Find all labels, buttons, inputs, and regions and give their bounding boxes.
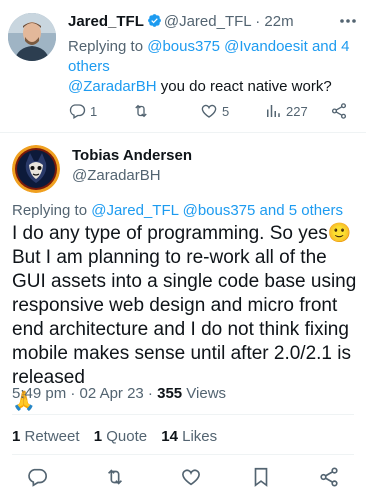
reply-action-bar: 1 5 227 (68, 102, 358, 122)
divider (0, 132, 366, 133)
divider (12, 454, 354, 455)
reply-author-name[interactable]: Jared_TFL (68, 13, 144, 30)
views-total: 355 (157, 385, 183, 402)
views-icon (267, 105, 280, 117)
reply-icon (28, 468, 47, 487)
replying-to-mentions[interactable]: @bous375 @Ivandoesit (147, 38, 308, 55)
replying-to-others-link[interactable]: 5 others (289, 202, 343, 219)
bookmark-icon (254, 467, 268, 487)
views-count: 227 (286, 103, 308, 119)
retweet-button[interactable] (132, 102, 154, 120)
replying-to-mentions[interactable]: @Jared_TFL @bous375 (91, 202, 255, 219)
reply-button[interactable]: 1 (68, 102, 97, 120)
reply-count: 1 (90, 103, 98, 119)
avatar-tobias[interactable] (12, 145, 60, 193)
tweet-timestamp[interactable]: 5:49 pm · 02 Apr 23 · 355 Views (12, 385, 226, 402)
main-replying-to: Replying to @Jared_TFL @bous375 and 5 ot… (12, 202, 343, 219)
likes-stat[interactable]: 14 Likes (161, 428, 227, 445)
like-count: 5 (222, 103, 230, 119)
like-button[interactable] (180, 466, 202, 488)
tweet-stats: 1 Retweet 1 Quote 14 Likes (12, 428, 227, 445)
reply-time[interactable]: 22m (264, 13, 293, 30)
retweets-stat[interactable]: 1 Retweet (12, 428, 90, 445)
quotes-stat[interactable]: 1 Quote (94, 428, 157, 445)
main-author-name[interactable]: Tobias Andersen (72, 147, 192, 164)
retweet-button[interactable] (104, 466, 126, 488)
main-author-handle[interactable]: @ZaradarBH (72, 167, 161, 184)
like-icon (201, 104, 217, 118)
reply-tweet-text: @ZaradarBH you do react native work? (68, 78, 332, 95)
share-button[interactable] (330, 102, 348, 120)
like-button[interactable]: 5 (200, 102, 229, 120)
reply-tweet-header: Jared_TFL @Jared_TFL · 22m (68, 13, 294, 30)
main-action-bar (0, 466, 366, 490)
share-icon (320, 467, 338, 487)
views-button[interactable]: 227 (264, 102, 308, 120)
retweet-icon (107, 469, 123, 485)
like-icon (182, 469, 200, 486)
reply-icon (69, 104, 86, 119)
reply-author-handle[interactable]: @Jared_TFL (164, 13, 251, 30)
reply-button[interactable] (26, 466, 48, 488)
share-button[interactable] (318, 466, 340, 488)
divider (12, 414, 354, 415)
bookmark-button[interactable] (250, 466, 272, 488)
reply-replying-to: Replying to @bous375 @Ivandoesit and 4 o… (68, 38, 350, 75)
tweet-text-line: I do any type of programming. So yes🙂 (12, 223, 352, 244)
avatar-jared[interactable] (8, 13, 56, 61)
more-icon[interactable] (338, 14, 358, 26)
share-icon (331, 103, 347, 119)
verified-icon (147, 14, 161, 27)
retweet-icon (135, 104, 147, 118)
mention-link[interactable]: @ZaradarBH (68, 78, 157, 95)
